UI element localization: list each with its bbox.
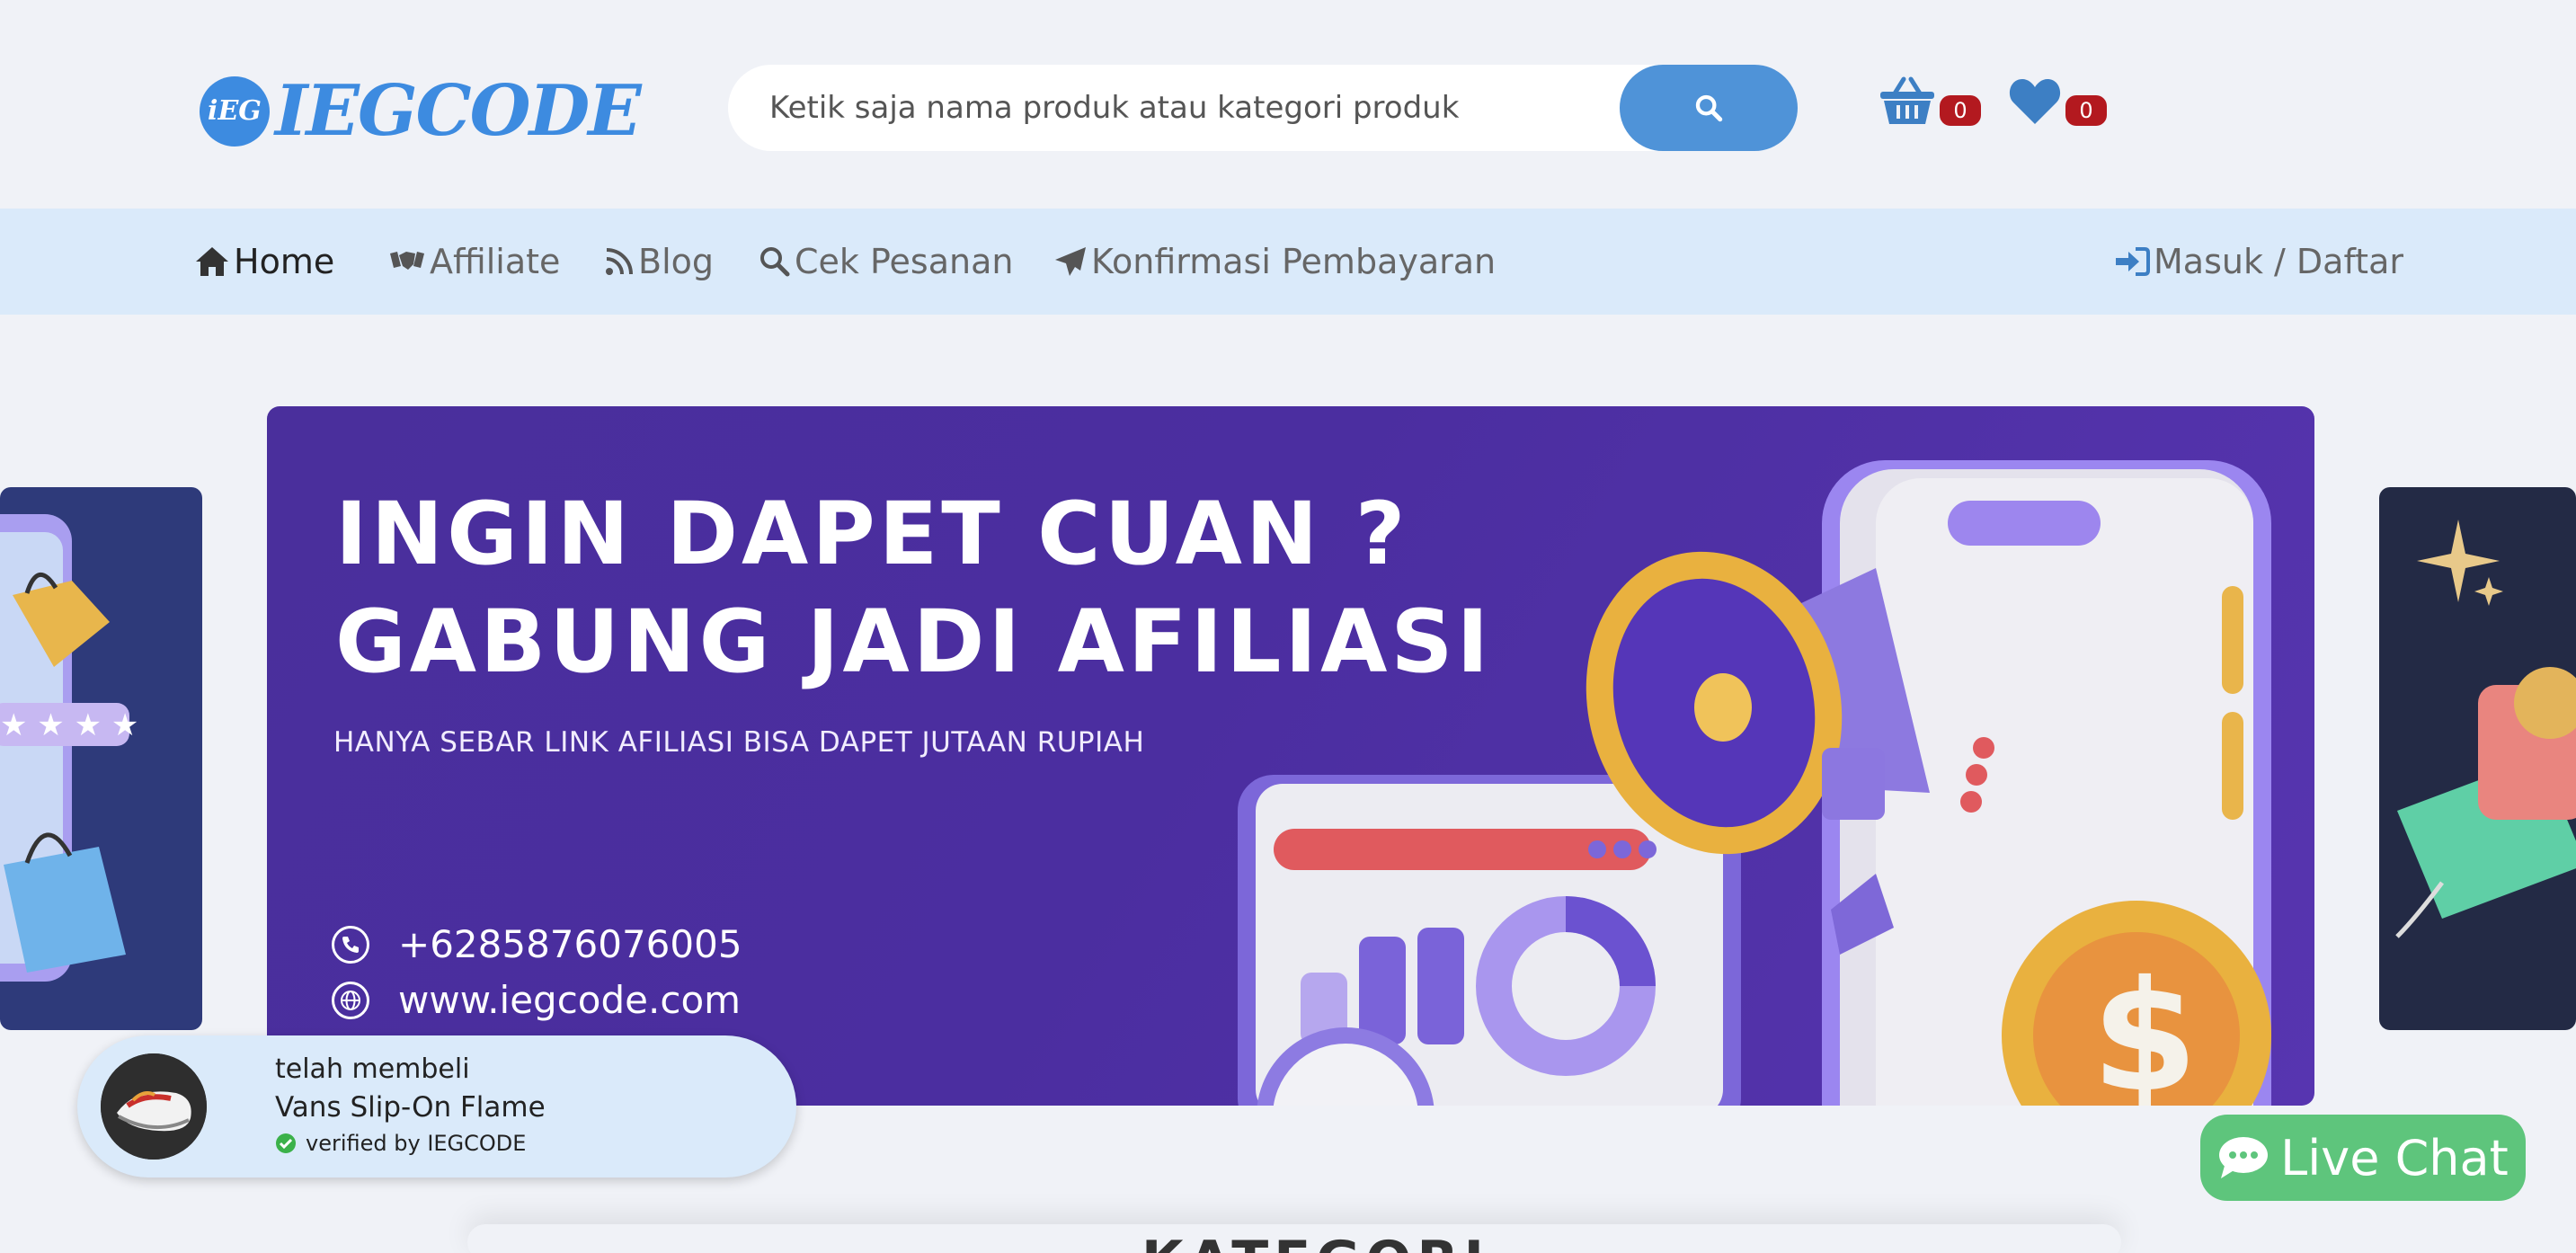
nav-home[interactable]: Home	[194, 209, 334, 315]
globe-icon	[332, 981, 369, 1019]
logo-text: IEGCODE	[275, 70, 642, 152]
main-nav: Home Affiliate Blog Cek Pesanan Konfirma…	[0, 209, 2576, 315]
basket-icon	[1880, 76, 1934, 124]
cart-count-badge: 0	[1940, 95, 1981, 126]
site-header: iEG IEGCODE 0 0	[0, 0, 2576, 209]
hero-banner[interactable]: $ INGIN DAPET CUAN ? GABUNG JADI AFILIAS…	[267, 406, 2314, 1106]
svg-text:★ ★ ★ ★: ★ ★ ★ ★	[0, 707, 138, 743]
toast-action-text: telah membeli	[275, 1053, 470, 1085]
nav-login[interactable]: Masuk / Daftar	[2114, 209, 2403, 315]
home-icon	[196, 247, 228, 276]
live-chat-label: Live Chat	[2280, 1129, 2509, 1186]
nav-blog[interactable]: Blog	[604, 209, 714, 315]
cart-button[interactable]: 0	[1879, 76, 1981, 126]
site-logo[interactable]: iEG IEGCODE	[200, 70, 642, 152]
search-input[interactable]	[769, 65, 1632, 151]
banner-phone: +6285876076005	[332, 922, 742, 966]
nav-blog-label: Blog	[638, 242, 714, 281]
nav-cek-pesanan-label: Cek Pesanan	[795, 242, 1014, 281]
wishlist-count-badge: 0	[2065, 95, 2107, 126]
nav-konfirmasi-pembayaran[interactable]: Konfirmasi Pembayaran	[1053, 209, 1496, 315]
toast-product-name: Vans Slip-On Flame	[275, 1091, 546, 1124]
banner-website: www.iegcode.com	[332, 978, 741, 1022]
carousel-prev-slide[interactable]: ★ ★ ★ ★	[0, 487, 202, 1030]
banner-title-line1: INGIN DAPET CUAN ?	[335, 484, 1409, 584]
search-bar	[728, 65, 1798, 151]
live-chat-button[interactable]: Live Chat	[2200, 1115, 2526, 1201]
paper-plane-icon	[1055, 247, 1086, 276]
wallet-illustration	[2395, 520, 2576, 938]
sign-in-icon	[2116, 247, 2150, 276]
purchase-notification[interactable]: telah membeli Vans Slip-On Flame verifie…	[77, 1035, 796, 1177]
nav-konfirmasi-label: Konfirmasi Pembayaran	[1091, 242, 1497, 281]
nav-affiliate[interactable]: Affiliate	[388, 209, 560, 315]
phone-icon	[332, 925, 369, 964]
logo-badge: iEG	[200, 76, 270, 147]
toast-verified-text: verified by IEGCODE	[306, 1131, 527, 1156]
check-circle-icon	[276, 1133, 296, 1153]
product-thumbnail	[101, 1053, 207, 1160]
nav-login-label: Masuk / Daftar	[2154, 242, 2403, 281]
rss-icon	[606, 248, 633, 275]
wishlist-button[interactable]: 0	[2008, 76, 2107, 126]
handshake-icon	[390, 252, 424, 270]
svg-text:$: $	[2092, 948, 2198, 1106]
banner-phone-text: +6285876076005	[398, 922, 742, 966]
banner-subtitle: HANYA SEBAR LINK AFILIASI BISA DAPET JUT…	[333, 726, 1145, 759]
heart-icon	[2009, 79, 2061, 124]
category-section-title: KATEGORI	[1141, 1230, 1489, 1253]
search-button[interactable]	[1620, 65, 1798, 151]
banner-website-text: www.iegcode.com	[398, 978, 742, 1022]
search-icon	[1695, 94, 1723, 122]
nav-home-label: Home	[234, 242, 335, 281]
nav-cek-pesanan[interactable]: Cek Pesanan	[759, 209, 1013, 315]
banner-title-line2: GABUNG JADI AFILIASI	[335, 591, 1493, 692]
chat-bubble-icon	[2219, 1137, 2269, 1178]
toast-verified: verified by IEGCODE	[275, 1131, 526, 1156]
banner-title: INGIN DAPET CUAN ? GABUNG JADI AFILIASI	[335, 480, 1492, 696]
search-icon	[760, 247, 790, 277]
nav-affiliate-label: Affiliate	[430, 242, 561, 281]
carousel-next-slide[interactable]	[2379, 487, 2576, 1030]
shopping-illustration: ★ ★ ★ ★	[0, 514, 138, 982]
